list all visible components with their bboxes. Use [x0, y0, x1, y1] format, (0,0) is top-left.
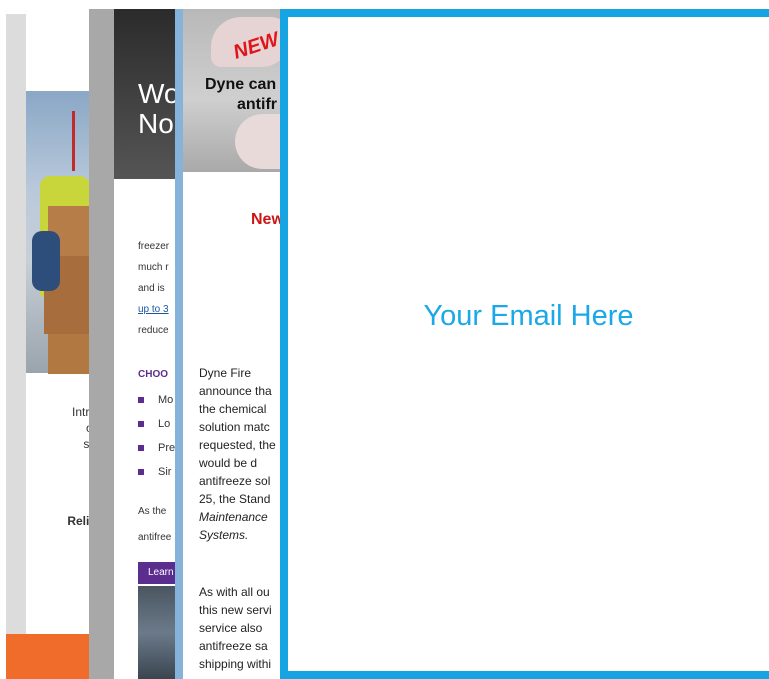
orange-cta-banner[interactable]: [6, 634, 96, 679]
list-item: Sir: [138, 460, 175, 484]
headline-line: Wo: [138, 78, 180, 109]
warehouse-worker-image: [26, 91, 96, 374]
paragraph-line: antifreeze sol: [199, 474, 271, 488]
list-item: Lo: [138, 412, 175, 436]
email-placeholder-card[interactable]: Your Email Here: [280, 9, 769, 679]
paragraph: As with all ou this new servi service al…: [199, 583, 285, 673]
paragraph-line: solution matc: [199, 420, 270, 434]
paragraph-line: shipping withi: [199, 657, 272, 671]
paragraph: Dyne Fire announce tha the chemical solu…: [199, 364, 285, 544]
paragraph-line: Dyne Fire: [199, 366, 252, 380]
paragraph-line: would be d: [199, 456, 258, 470]
paragraph-line: announce tha: [199, 384, 272, 398]
paragraph-line: Maintenance: [199, 510, 268, 524]
article-headline: Wo No: [138, 79, 180, 139]
list-item-label: Pre: [158, 442, 176, 454]
email-preview-card-1[interactable]: Intro ot sp p Relia: [6, 14, 96, 679]
bullet-icon: [138, 397, 144, 404]
list-item: Mo: [138, 388, 175, 412]
email-placeholder-text: Your Email Here: [423, 300, 634, 332]
paragraph-line: this new servi: [199, 603, 272, 617]
hero-image: NEW Dyne can antifr: [183, 9, 285, 172]
intro-line: sp: [26, 436, 96, 452]
intro-line: ot: [26, 420, 96, 436]
list-item-label: Sir: [158, 466, 172, 478]
intro-text: Intro ot sp p: [26, 404, 96, 468]
list-item: Pre: [138, 436, 175, 460]
list-item-label: Mo: [158, 394, 174, 406]
ice-image: [235, 114, 285, 169]
paragraph-line: requested, the: [199, 438, 276, 452]
bullet-icon: [138, 445, 144, 452]
intro-line: p: [26, 452, 96, 468]
worker-arm-image: [32, 231, 60, 291]
article-header: Wo No: [114, 9, 184, 179]
bullet-icon: [138, 469, 144, 476]
paragraph-line: the chemical: [199, 402, 267, 416]
email-preview-card-2[interactable]: Wo No freezer much r and is up to 3 redu…: [114, 9, 184, 679]
paragraph-line: service also: [199, 621, 263, 635]
headline-line: No: [138, 108, 174, 139]
feature-list: Mo Lo Pre Sir: [138, 388, 175, 484]
paragraph-line: 25, the Stand: [199, 492, 271, 506]
paragraph-line: As with all ou: [199, 585, 270, 599]
paragraph-line: antifreeze sa: [199, 639, 268, 653]
bullet-icon: [138, 421, 144, 428]
email-preview-card-1-content: Intro ot sp p Relia: [26, 14, 96, 679]
list-item-label: Lo: [158, 418, 171, 430]
hero-title: antifr: [237, 96, 277, 113]
hero-title: Dyne can: [205, 76, 277, 93]
news-heading: New: [251, 211, 284, 228]
choose-heading: CHOO: [138, 369, 168, 380]
card-2-side-rail: [89, 9, 114, 679]
email-preview-card-3[interactable]: NEW Dyne can antifr New Dyne Fire announ…: [175, 9, 285, 679]
paragraph-line: Systems.: [199, 528, 249, 542]
intro-line: Intro: [71, 405, 96, 419]
bold-heading: Relia: [67, 514, 96, 528]
